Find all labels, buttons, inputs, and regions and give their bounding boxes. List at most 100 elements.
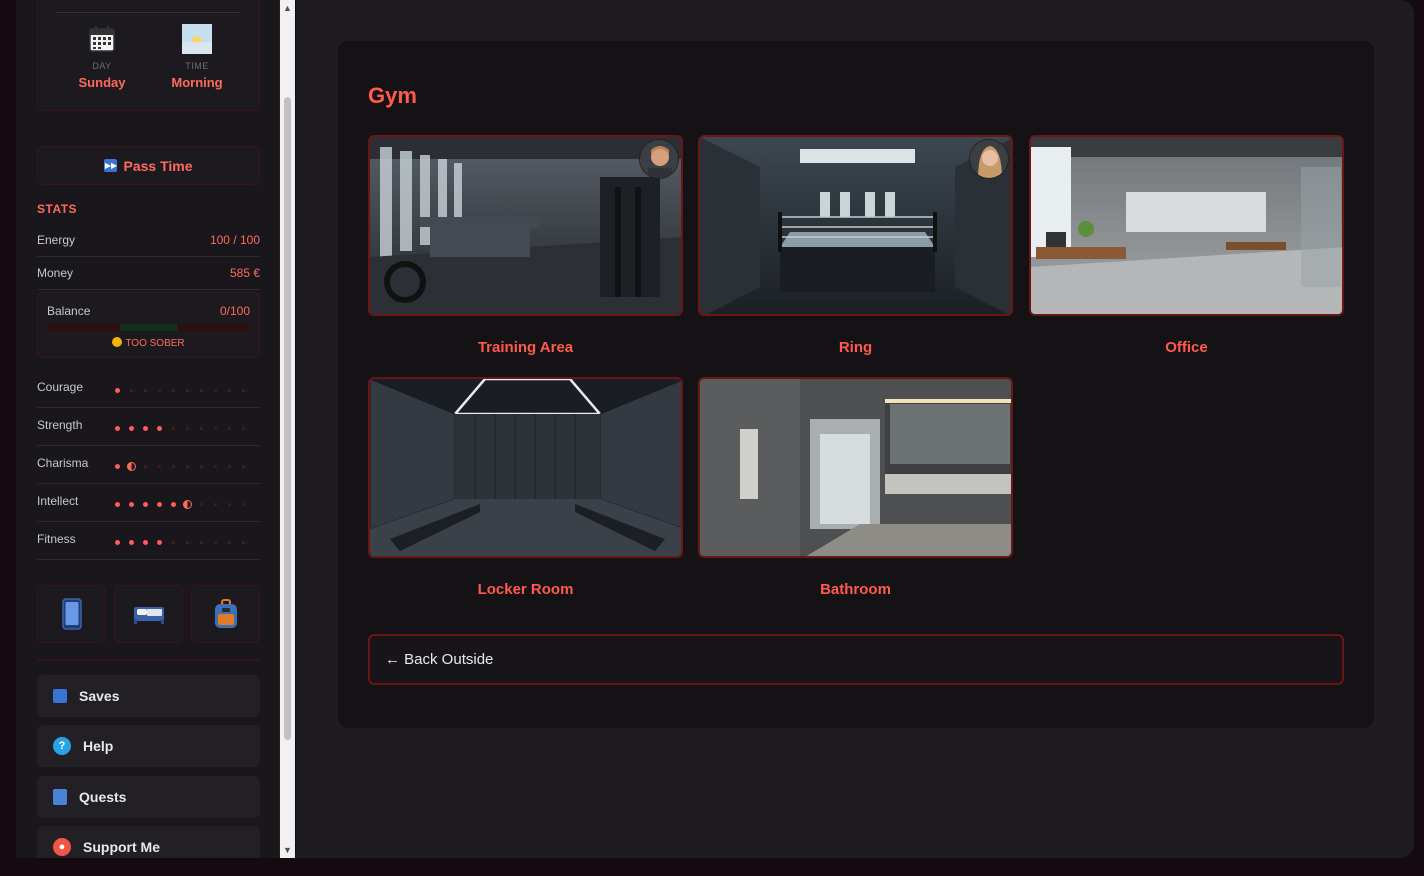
energy-label: Energy — [37, 233, 76, 247]
skill-level-dots — [110, 499, 250, 509]
time-value: Morning — [171, 75, 223, 90]
location-office[interactable]: Office — [1029, 135, 1344, 356]
skill-dot — [152, 501, 166, 507]
question-mark-icon: ? — [53, 737, 71, 755]
sleep-button[interactable] — [114, 585, 183, 643]
day-label: DAY — [92, 61, 112, 71]
skill-dot — [222, 501, 236, 507]
divider — [37, 659, 260, 661]
skill-dot — [236, 463, 250, 469]
scroll-up-arrow-icon[interactable]: ▲ — [280, 1, 295, 15]
location-bathroom[interactable]: Bathroom — [698, 377, 1013, 598]
support-button[interactable]: ● Support Me — [37, 826, 260, 858]
bathroom-image — [698, 377, 1013, 558]
scroll-down-arrow-icon[interactable]: ▼ — [280, 843, 295, 857]
skill-dot — [138, 425, 152, 431]
pass-time-label: Pass Time — [123, 157, 193, 174]
skill-dot — [124, 501, 138, 507]
npc-avatar-man[interactable] — [639, 139, 679, 179]
skill-dot — [166, 539, 180, 545]
skill-dot — [110, 387, 124, 393]
skill-dot — [194, 501, 208, 507]
skill-dot — [180, 539, 194, 545]
back-outside-label: ← Back Outside — [385, 651, 494, 668]
skill-dot — [208, 425, 222, 431]
skill-dot — [124, 461, 138, 471]
skill-dot — [138, 539, 152, 545]
skill-level-dots — [110, 425, 250, 431]
locker-room-label: Locker Room — [477, 581, 574, 598]
day-display: DAY Sunday — [57, 24, 147, 90]
backpack-icon — [214, 599, 237, 628]
skill-level-dots — [110, 387, 250, 393]
fast-forward-icon: ▶▶ — [104, 159, 118, 172]
training-area-label: Training Area — [477, 339, 574, 356]
balance-card: Balance 0/100 TOO SOBER — [37, 292, 260, 358]
skill-dot — [180, 425, 194, 431]
clipboard-icon — [53, 789, 67, 805]
skill-dot — [166, 501, 180, 507]
back-outside-button[interactable]: ← Back Outside — [368, 634, 1344, 685]
skill-dot — [208, 539, 222, 545]
quests-button[interactable]: Quests — [37, 776, 260, 818]
saves-button[interactable]: Saves — [37, 675, 260, 717]
help-button[interactable]: ? Help — [37, 725, 260, 767]
time-display: TIME Morning — [152, 24, 242, 90]
stats-heading: STATS — [37, 202, 78, 216]
skill-dot — [124, 387, 138, 393]
skill-row-strength: Strength — [37, 408, 260, 446]
training-area-image — [368, 135, 683, 316]
locker-room-image — [368, 377, 683, 558]
ring-image — [698, 135, 1013, 316]
location-training-area[interactable]: Training Area — [368, 135, 683, 356]
skill-dot — [166, 387, 180, 393]
money-row: Money 585 € — [37, 257, 260, 290]
balance-label: Balance — [47, 304, 91, 318]
npc-avatar-woman[interactable] — [969, 139, 1009, 179]
skill-dot — [138, 501, 152, 507]
patreon-icon: ● — [53, 838, 71, 856]
saves-label: Saves — [79, 688, 120, 704]
help-label: Help — [83, 738, 114, 754]
bathroom-label: Bathroom — [820, 581, 891, 598]
office-image — [1029, 135, 1344, 316]
skill-dot — [208, 501, 222, 507]
skill-row-courage: Courage — [37, 370, 260, 408]
scrollbar-thumb[interactable] — [284, 97, 291, 740]
skill-dot — [194, 463, 208, 469]
floppy-disk-icon — [53, 689, 67, 703]
skill-dot — [208, 387, 222, 393]
quests-label: Quests — [79, 789, 127, 805]
sunrise-icon — [182, 24, 212, 54]
skill-dot — [222, 463, 236, 469]
skill-dot — [222, 387, 236, 393]
skill-dot — [110, 463, 124, 469]
location-ring[interactable]: Ring — [698, 135, 1013, 356]
skill-dot — [138, 463, 152, 469]
skill-dot — [180, 499, 194, 509]
skill-dot — [180, 387, 194, 393]
sidebar-scrollbar[interactable]: ▲ ▼ — [280, 0, 295, 858]
location-panel: Gym Training Area Ring Office Locker Roo… — [338, 41, 1374, 728]
skill-row-fitness: Fitness — [37, 522, 260, 560]
skill-dot — [180, 463, 194, 469]
skill-dot — [236, 539, 250, 545]
skill-dot — [152, 425, 166, 431]
page-title: Gym — [368, 83, 417, 108]
phone-button[interactable] — [37, 585, 106, 643]
skill-dot — [194, 539, 208, 545]
skill-dot — [194, 387, 208, 393]
skill-dot — [152, 387, 166, 393]
money-value: 585 € — [229, 266, 260, 280]
skill-dot — [208, 463, 222, 469]
skill-label: Strength — [37, 418, 83, 432]
pass-time-button[interactable]: ▶▶ Pass Time — [37, 146, 260, 185]
ring-label: Ring — [838, 339, 873, 356]
location-locker-room[interactable]: Locker Room — [368, 377, 683, 598]
skill-row-charisma: Charisma — [37, 446, 260, 484]
main-area: Gym Training Area Ring Office Locker Roo… — [296, 0, 1414, 858]
skill-dot — [110, 501, 124, 507]
skill-dot — [236, 501, 250, 507]
skill-dot — [222, 539, 236, 545]
inventory-button[interactable] — [191, 585, 260, 643]
